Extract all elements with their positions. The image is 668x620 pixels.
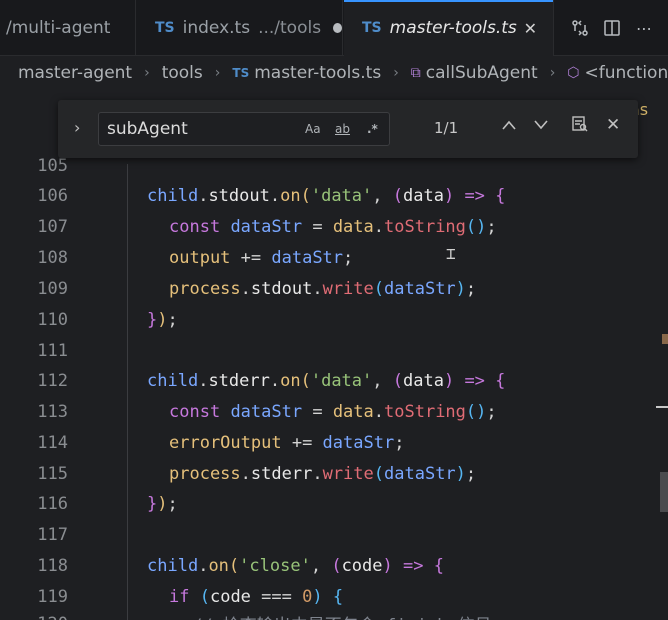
next-match-icon[interactable] (534, 116, 548, 134)
find-widget: › Aa ab .* 1/1 ✕ (58, 100, 638, 158)
tab-master-tools-ts[interactable]: TS master-tools.ts ✕ (344, 0, 554, 56)
toggle-replace-chevron-icon[interactable]: › (74, 118, 80, 137)
match-case-icon[interactable]: Aa (305, 122, 321, 136)
tab-label: /multi-agent (6, 18, 111, 38)
find-input[interactable] (107, 119, 297, 139)
tab-label: index.ts (182, 18, 251, 38)
chevron-right-icon: › (549, 65, 556, 81)
line-number: 116 (37, 493, 68, 514)
editor-actions: ⋯ (556, 0, 668, 56)
line-number: 117 (37, 524, 68, 545)
code-line: 110 }); (0, 304, 668, 335)
line-number: 106 (37, 185, 68, 206)
more-actions-icon[interactable]: ⋯ (633, 17, 655, 39)
code-line: 116 }); (0, 488, 668, 519)
line-number: 119 (37, 586, 68, 607)
code-line: 120 // 检查输出中是否包含 finish 信号 (0, 608, 668, 620)
code-text: const dataStr = data.toString(); (169, 401, 497, 422)
chevron-right-icon: › (393, 65, 399, 81)
code-line: 114 errorOutput += dataStr; (0, 427, 668, 458)
line-number: 114 (37, 432, 68, 453)
line-number: 120 (0, 614, 68, 620)
code-text: process.stderr.write(dataStr); (169, 463, 477, 484)
line-number: 112 (37, 370, 68, 391)
code-line: 106 child.stdout.on('data', (data) => { (0, 180, 668, 211)
code-text: }); (147, 493, 178, 514)
code-text: child.stdout.on('data', (data) => { (147, 185, 506, 206)
regex-icon[interactable]: .* (367, 122, 378, 136)
breadcrumb-item[interactable]: <function> (585, 63, 668, 83)
code-comment: // 检查输出中是否包含 finish 信号 (192, 611, 492, 620)
code-text: }); (147, 309, 178, 330)
code-line: 117 (0, 519, 668, 550)
code-text: child.stderr.on('data', (data) => { (147, 370, 506, 391)
code-line: 113 const dataStr = data.toString(); (0, 396, 668, 427)
code-line: 111 (0, 335, 668, 366)
tab-index-ts[interactable]: TS index.ts .../tools (137, 0, 343, 56)
overview-ruler-marker (662, 334, 668, 344)
find-in-selection-icon[interactable] (572, 116, 588, 136)
line-number: 113 (37, 401, 68, 422)
breadcrumb-item[interactable]: master-tools.ts (254, 63, 381, 83)
breadcrumb-item[interactable]: master-agent (18, 63, 132, 83)
line-number: 107 (37, 216, 68, 237)
whole-word-icon[interactable]: ab (335, 122, 350, 136)
line-number: 110 (37, 309, 68, 330)
find-input-box: Aa ab .* (98, 112, 390, 146)
breadcrumb-item[interactable]: callSubAgent (426, 63, 538, 83)
code-line: 112 child.stderr.on('data', (data) => { (0, 365, 668, 396)
function-cube-icon: ⬡ (567, 65, 580, 81)
tab-path: .../tools (258, 18, 322, 38)
code-line: 108 output += dataStr; (0, 242, 668, 273)
typescript-icon: TS (155, 20, 175, 36)
breadcrumb-item[interactable]: tools (162, 63, 203, 83)
code-line: 107 const dataStr = data.toString(); (0, 211, 668, 242)
editor-tab-bar: /multi-agent TS index.ts .../tools TS ma… (0, 0, 668, 56)
code-line: 118 child.on('close', (code) => { (0, 550, 668, 581)
code-text: const dataStr = data.toString(); (169, 216, 497, 237)
tab-label: master-tools.ts (389, 18, 517, 38)
method-icon: ⧉ (410, 65, 421, 81)
code-line: 115 process.stderr.write(dataStr); (0, 458, 668, 489)
compare-changes-icon[interactable] (569, 17, 591, 39)
code-text: child.on('close', (code) => { (147, 555, 444, 576)
code-text: if (code === 0) { (169, 586, 344, 607)
code-text: errorOutput += dataStr; (169, 432, 405, 453)
code-text: output += dataStr; (169, 247, 354, 268)
close-icon[interactable]: ✕ (524, 19, 537, 38)
chevron-right-icon: › (214, 65, 221, 81)
line-number: 115 (37, 463, 68, 484)
vertical-scrollbar[interactable] (660, 472, 668, 512)
breadcrumb: master-agent › tools › TS master-tools.t… (0, 56, 668, 90)
line-number: 118 (37, 555, 68, 576)
code-editor[interactable]: 105 106 child.stdout.on('data', (data) =… (0, 155, 668, 620)
close-find-icon[interactable]: ✕ (606, 115, 620, 135)
tab-multi-agent[interactable]: /multi-agent (0, 0, 136, 56)
code-text: process.stdout.write(dataStr); (169, 278, 477, 299)
typescript-icon: TS (232, 66, 250, 80)
text-cursor-icon: ⌶ (446, 244, 456, 263)
line-number: 109 (37, 278, 68, 299)
line-number: 111 (37, 340, 68, 361)
chevron-right-icon: › (144, 65, 150, 81)
scrollbar-marker (656, 406, 668, 408)
code-line: 109 process.stdout.write(dataStr); (0, 273, 668, 304)
line-number: 105 (37, 155, 68, 176)
previous-match-icon[interactable] (502, 116, 516, 134)
split-editor-icon[interactable] (601, 17, 623, 39)
match-count: 1/1 (434, 119, 459, 137)
typescript-icon: TS (362, 20, 382, 36)
unsaved-dot-icon[interactable] (333, 23, 342, 33)
line-number: 108 (37, 247, 68, 268)
